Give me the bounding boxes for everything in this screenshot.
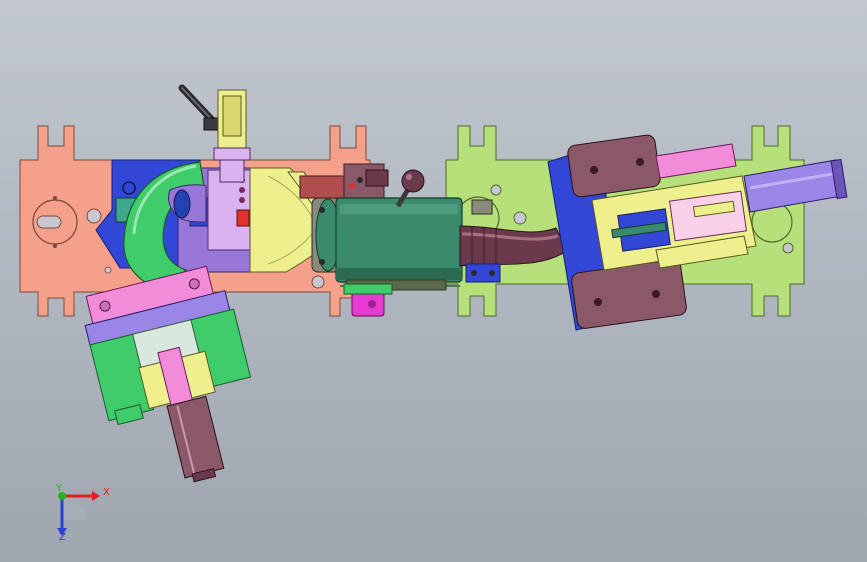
teal-cylinder-body[interactable]	[335, 197, 463, 291]
coordinate-triad: X Y Z	[44, 480, 114, 550]
axis-z-label: Z	[59, 532, 66, 543]
axis-y-label: Y	[56, 483, 63, 494]
pink-lug[interactable]	[343, 283, 393, 317]
axis-x-label: X	[103, 487, 110, 498]
graphics-viewport[interactable]: X Y Z	[0, 0, 867, 562]
cad-model-view[interactable]	[0, 0, 867, 562]
left-angled-cylinder-assembly[interactable]	[78, 263, 271, 499]
